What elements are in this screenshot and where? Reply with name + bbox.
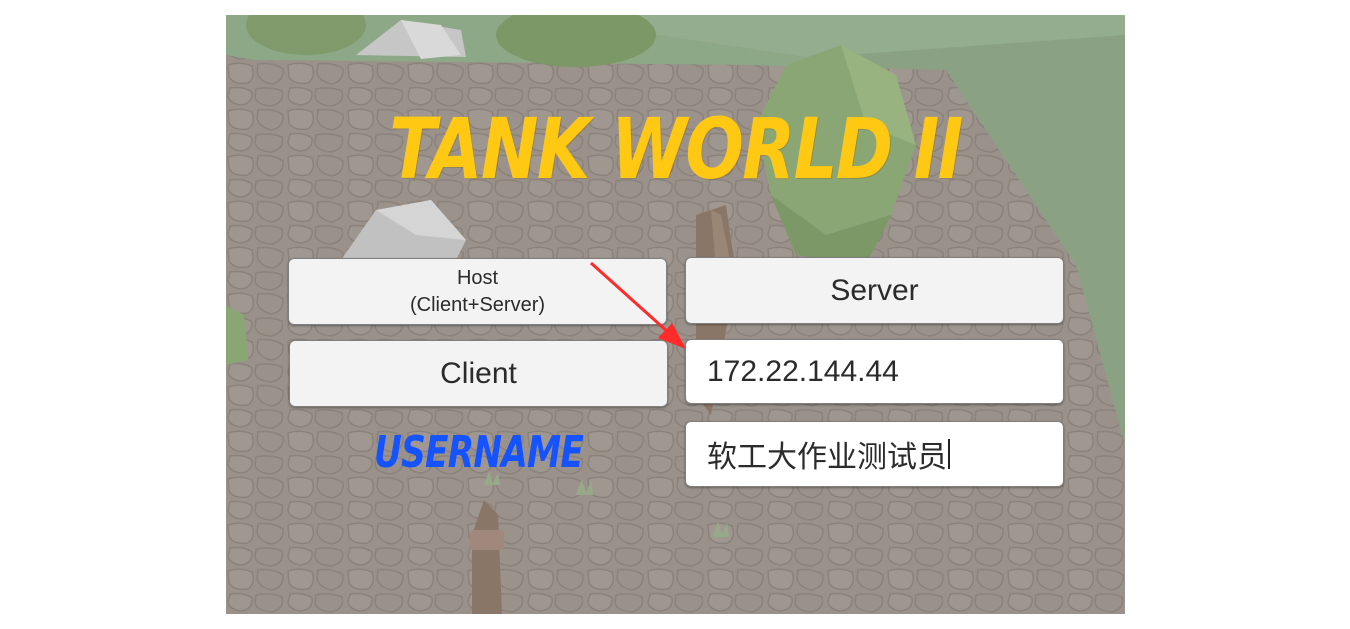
game-viewport: TANK WORLD II Host (Client+Server) Serve… — [226, 15, 1125, 614]
red-annotation-arrow-icon — [589, 261, 686, 349]
